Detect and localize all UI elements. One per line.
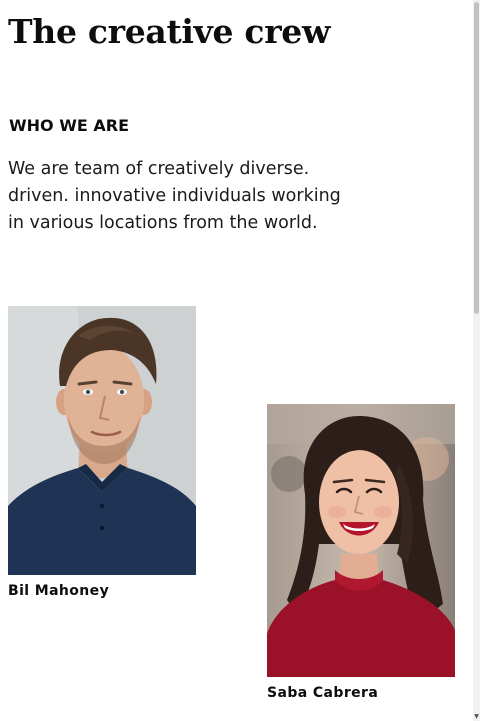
who-we-are-heading: WHO WE ARE xyxy=(9,116,129,135)
page-viewport: The creative crew WHO WE ARE We are team… xyxy=(0,0,480,721)
team-member-card: PRODUCT OWNER Bil Mahoney xyxy=(8,306,196,599)
intro-paragraph: We are team of creatively diverse. drive… xyxy=(8,159,341,233)
scrollbar-thumb[interactable] xyxy=(474,2,479,314)
member-photo: PRODUCT OWNER xyxy=(8,306,196,575)
page-title: The creative crew xyxy=(8,12,331,51)
member-photo: ART DIRECTOR xyxy=(267,404,455,677)
vertical-scrollbar[interactable]: ▼ xyxy=(473,0,480,721)
member-name: Saba Cabrera xyxy=(267,685,379,701)
member-name: Bil Mahoney xyxy=(8,583,110,599)
team-member-card: ART DIRECTOR Saba Cabrera xyxy=(267,404,455,701)
chevron-down-icon[interactable]: ▼ xyxy=(473,713,480,720)
